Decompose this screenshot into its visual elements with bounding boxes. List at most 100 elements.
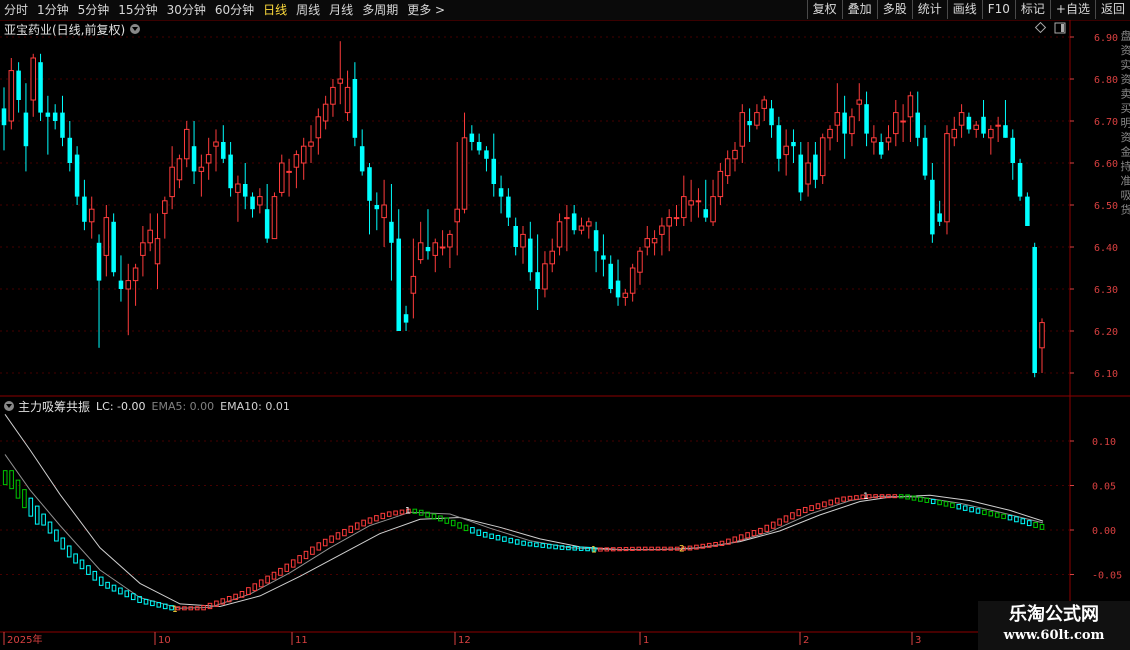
lc-bar [937, 500, 942, 506]
lc-bar [303, 550, 309, 560]
candle-body [132, 267, 139, 282]
candle-body [300, 145, 307, 164]
candle-body [688, 200, 694, 206]
candle-body [82, 196, 87, 222]
candle-body [871, 137, 877, 143]
candle-body [791, 142, 796, 147]
watermark-title: 乐淘公式网 [1009, 604, 1099, 625]
candle-body [491, 158, 497, 184]
lc-bar [367, 517, 373, 524]
candle-body [425, 247, 431, 252]
candle-body [16, 70, 21, 100]
candle-body [439, 246, 446, 249]
candle-body [344, 86, 351, 114]
candle-body [111, 221, 116, 273]
candle-body [564, 217, 570, 220]
lc-bar [636, 546, 642, 551]
candle-body [1003, 125, 1008, 138]
watermark-url: www.60lt.com [1003, 628, 1105, 643]
candle-body [1025, 196, 1030, 226]
candle-body [498, 188, 504, 197]
lc-bar [265, 575, 270, 584]
side-info-text: 盘 资 实 资 卖 买 明 资 金 持 准 吸 货 [1119, 30, 1130, 215]
lc-bar [124, 590, 130, 598]
candle-body [176, 158, 183, 181]
candle-body [447, 233, 453, 248]
lc-bar [527, 541, 533, 547]
signal-marker: 1 [863, 492, 869, 502]
candle-body [937, 213, 942, 222]
kline-chart[interactable]: 111 21 6.906.806.706.606.506.406.306.206.… [0, 0, 1130, 650]
candle-body [1039, 322, 1045, 349]
lc-bar [975, 508, 981, 514]
candle-body [169, 166, 175, 198]
indicator-title-row: 主力吸筹共振 LC: -0.00 EMA5: 0.00 EMA10: 0.01 [0, 398, 290, 414]
candle-body [556, 221, 563, 248]
candle-body [213, 141, 219, 147]
indicator-ema5-value: EMA5: 0.00 [151, 399, 215, 413]
diamond-icon[interactable] [1034, 21, 1047, 34]
date-axis-label: 12 [458, 635, 471, 646]
lc-bar [809, 505, 814, 511]
candle-body [930, 179, 935, 235]
lc-bar [278, 567, 283, 576]
candle-body [907, 95, 914, 118]
signal-marker: 1 [172, 605, 178, 615]
price-axis-label: 6.50 [1094, 201, 1118, 212]
indicator-dropdown-icon[interactable] [4, 401, 14, 411]
candle-body [461, 137, 468, 210]
candle-body [724, 158, 731, 177]
lc-bar [655, 546, 661, 551]
lc-bar [521, 540, 526, 546]
candle-body [549, 250, 556, 265]
candle-body [703, 209, 709, 218]
price-axis-label: 6.10 [1094, 369, 1118, 380]
date-axis-label: 10 [158, 635, 171, 646]
lc-bar [15, 479, 21, 499]
candle-body [432, 242, 439, 256]
lc-bar [34, 505, 40, 525]
lc-bar [130, 593, 136, 601]
candle-body [827, 128, 833, 139]
signal-marker: 1 [591, 546, 597, 556]
candle-body [520, 233, 526, 248]
candle-body [593, 230, 599, 252]
lc-bar [770, 521, 776, 529]
lc-bar [815, 503, 821, 510]
candle-body [264, 209, 270, 239]
lc-bar [9, 470, 14, 490]
candle-body [374, 205, 380, 210]
indicator-axis-label: 0.10 [1092, 437, 1116, 448]
dropdown-icon[interactable] [130, 24, 141, 34]
indicator-name: 主力吸筹共振 [18, 399, 91, 414]
candle-body [681, 196, 687, 219]
candle-body [359, 146, 365, 172]
candle-body [783, 145, 789, 156]
candle-body [162, 200, 168, 214]
lc-bar [738, 534, 744, 541]
candle-body [754, 112, 760, 126]
lc-bar [252, 583, 258, 592]
candle-body [30, 57, 37, 101]
indicator-series: 1 1 1 2 1 [2, 414, 1045, 615]
lc-bar [444, 517, 450, 524]
candle-body [322, 103, 329, 122]
candle-body [776, 125, 782, 159]
candle-body [286, 170, 292, 173]
lc-bar [322, 538, 328, 547]
candle-body [601, 255, 606, 260]
price-axis-label: 6.80 [1094, 75, 1118, 86]
candle-body [769, 108, 774, 126]
axes: 6.90 6.80 6.70 6.60 6.50 6.40 6.30 6.20 6.10 0.10… [3, 21, 1122, 646]
candle-body [856, 99, 863, 105]
candle-body [973, 124, 979, 130]
candle-body [38, 62, 43, 113]
candle-body [1032, 247, 1037, 373]
lc-bar [476, 529, 482, 536]
lc-bar [642, 546, 648, 551]
candle-body [1, 108, 7, 126]
candle-body [315, 116, 322, 139]
candle-body [915, 112, 920, 138]
candle-body [235, 183, 241, 193]
lc-bar [495, 534, 501, 541]
